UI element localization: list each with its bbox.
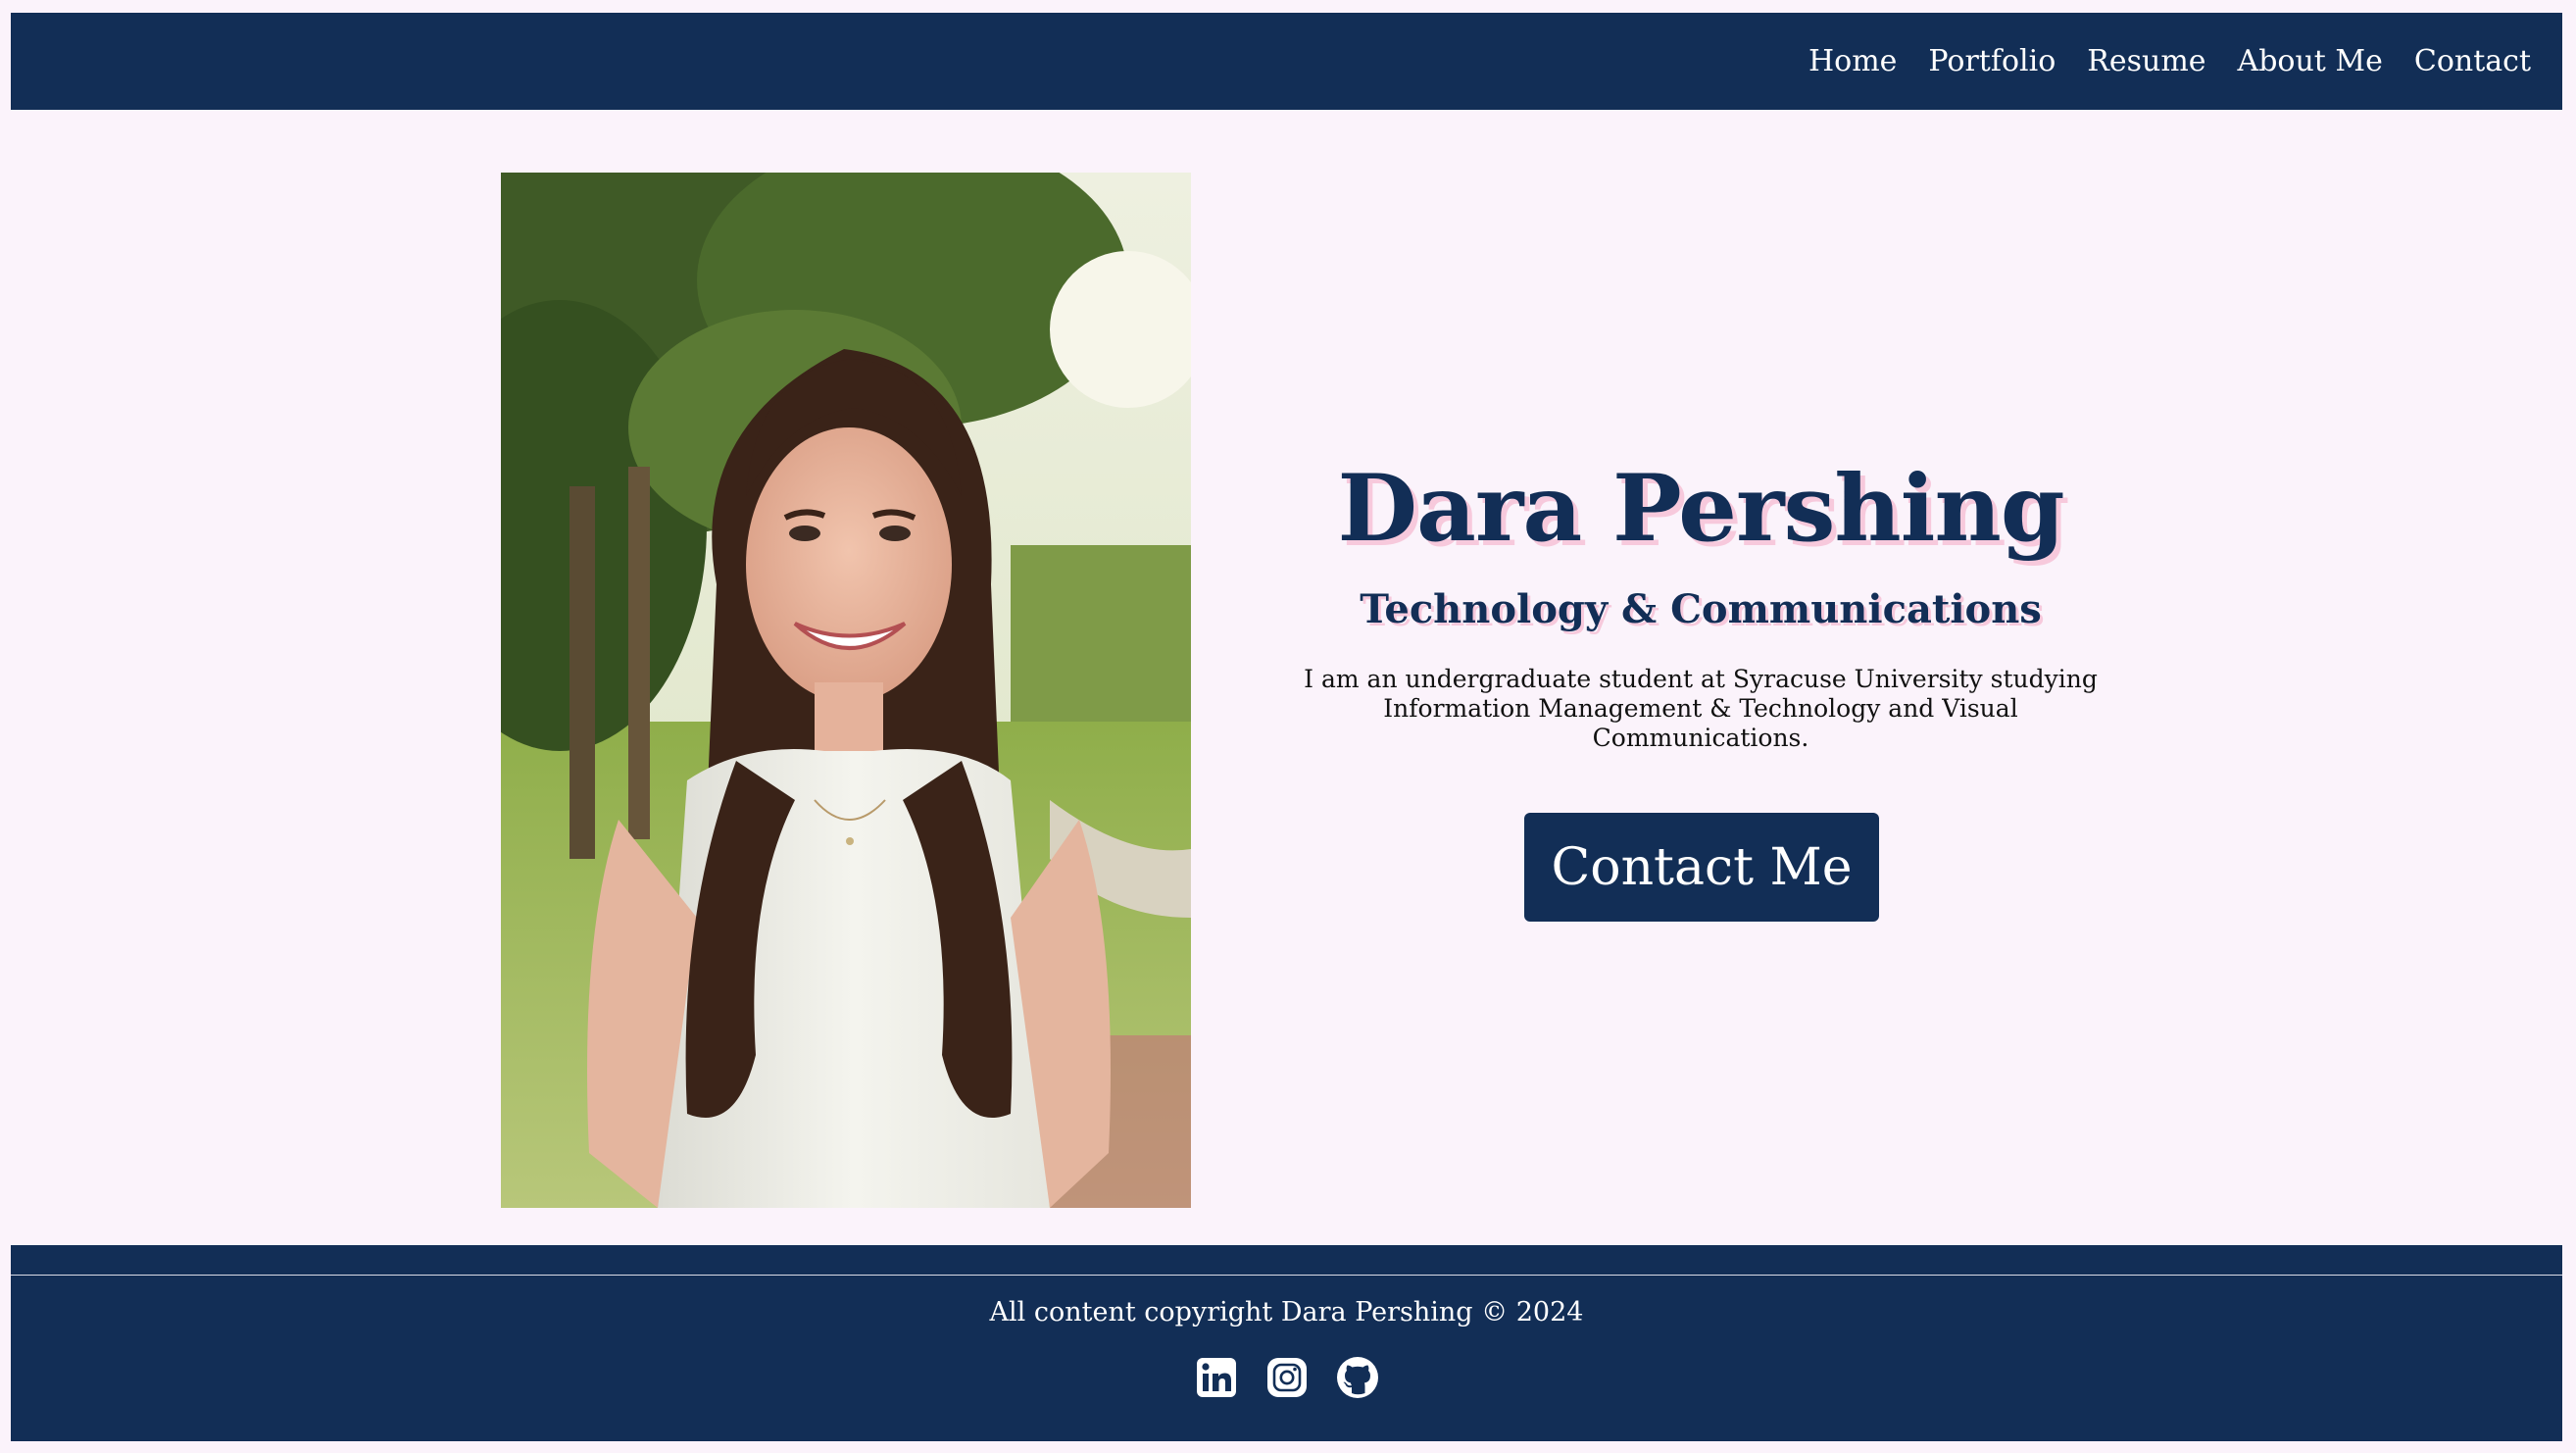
nav-link-about-me[interactable]: About Me xyxy=(2238,44,2383,78)
nav-link-home[interactable]: Home xyxy=(1808,44,1897,78)
footer-divider xyxy=(11,1275,2562,1276)
github-icon[interactable] xyxy=(1336,1356,1379,1399)
nav-link-contact[interactable]: Contact xyxy=(2414,44,2531,78)
nav-menu: Home Portfolio Resume About Me Contact xyxy=(1808,13,2531,110)
copyright-text: All content copyright Dara Pershing © 20… xyxy=(989,1297,1584,1328)
profile-photo xyxy=(501,173,1191,1208)
hero-subtitle: Technology & Communications xyxy=(1360,586,2042,632)
footer: All content copyright Dara Pershing © 20… xyxy=(11,1245,2562,1441)
contact-me-button[interactable]: Contact Me xyxy=(1524,813,1879,922)
linkedin-icon[interactable] xyxy=(1195,1356,1238,1399)
nav-link-resume[interactable]: Resume xyxy=(2087,44,2205,78)
instagram-icon[interactable] xyxy=(1265,1356,1309,1399)
hero-name: Dara Pershing xyxy=(1337,455,2064,563)
social-links xyxy=(11,1356,2562,1399)
navbar: Home Portfolio Resume About Me Contact xyxy=(11,13,2562,110)
hero-bio: I am an undergraduate student at Syracus… xyxy=(1304,665,2098,752)
nav-link-portfolio[interactable]: Portfolio xyxy=(1928,44,2056,78)
